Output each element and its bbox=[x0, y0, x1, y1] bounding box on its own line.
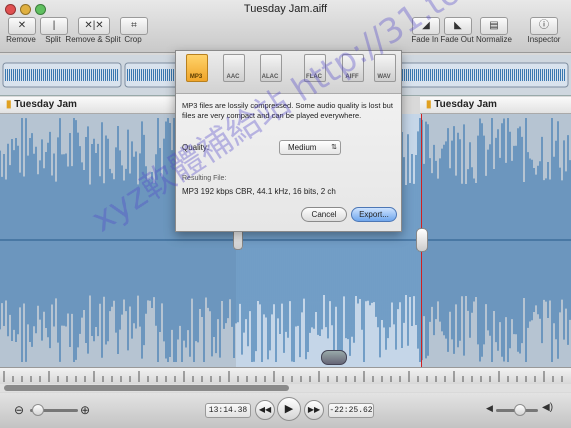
cancel-button[interactable]: Cancel bbox=[301, 207, 347, 222]
play-button[interactable]: ▶ bbox=[277, 397, 301, 421]
fast-forward-button[interactable]: ▶▶ bbox=[304, 400, 324, 420]
quality-value: Medium bbox=[288, 143, 317, 152]
transport-bar: ⊖ ⊕ 13:14.38 ◀◀ ▶ ▶▶ -22:25.62 ◀ ◀) bbox=[0, 393, 571, 428]
remove-split-label: Remove & Split bbox=[65, 35, 121, 44]
zoom-in-icon[interactable]: ⊕ bbox=[80, 403, 90, 417]
rewind-icon: ◀◀ bbox=[258, 405, 272, 414]
remaining-time: -22:25.62 bbox=[328, 403, 374, 418]
crop-label: Crop bbox=[124, 35, 142, 44]
format-wav-label: WAV bbox=[377, 74, 391, 80]
split-button[interactable]: | bbox=[40, 17, 68, 35]
inspector-label: Inspector bbox=[527, 35, 561, 44]
format-aac-label: AAC bbox=[226, 74, 240, 80]
normalize-button[interactable]: ▤ bbox=[480, 17, 508, 35]
split-icon: | bbox=[52, 20, 56, 31]
volume-high-icon: ◀) bbox=[542, 402, 554, 413]
remove-button[interactable]: ✕ bbox=[8, 17, 36, 35]
play-icon: ▶ bbox=[284, 403, 294, 415]
export-button[interactable]: Export... bbox=[351, 207, 397, 222]
track-name-left: Tuesday Jam bbox=[14, 99, 77, 110]
fast-forward-icon: ▶▶ bbox=[307, 405, 321, 414]
crop-icon: ⌗ bbox=[131, 20, 137, 31]
current-time: 13:14.38 bbox=[205, 403, 251, 418]
zoom-out-icon[interactable]: ⊖ bbox=[14, 403, 24, 417]
zoom-slider-knob[interactable] bbox=[32, 404, 44, 416]
format-mp3-label: MP3 bbox=[189, 74, 203, 80]
track-options-button[interactable] bbox=[321, 350, 347, 365]
remove-split-icon: ✕|✕ bbox=[84, 20, 104, 31]
track-file-icon: ▮ bbox=[6, 99, 12, 110]
rewind-button[interactable]: ◀◀ bbox=[255, 400, 275, 420]
fade-out-label: Fade Out bbox=[440, 35, 474, 44]
crop-button[interactable]: ⌗ bbox=[120, 17, 148, 35]
window-title: Tuesday Jam.aiff bbox=[243, 3, 328, 15]
remove-split-button[interactable]: ✕|✕ bbox=[78, 17, 110, 35]
resulting-file-value: MP3 192 kbps CBR, 44.1 kHz, 16 bits, 2 c… bbox=[182, 187, 336, 196]
format-mp3[interactable]: MP3 bbox=[186, 54, 208, 84]
inspector-icon: ⓘ bbox=[539, 20, 549, 31]
title-bar: Tuesday Jam.aiff ✕ Remove | Split ✕|✕ Re… bbox=[0, 0, 571, 53]
track-header-right: ▮ Tuesday Jam bbox=[420, 97, 571, 114]
fade-out-button[interactable]: ◣ bbox=[444, 17, 472, 35]
track-file-icon: ▮ bbox=[426, 99, 432, 110]
volume-low-icon: ◀ bbox=[486, 403, 493, 413]
selection-end-handle[interactable] bbox=[416, 228, 428, 252]
remove-icon: ✕ bbox=[17, 20, 27, 31]
track-header-left: ▮ Tuesday Jam bbox=[0, 97, 182, 114]
format-aac[interactable]: AAC bbox=[223, 54, 245, 84]
track-name-right: Tuesday Jam bbox=[434, 99, 497, 110]
chevron-updown-icon: ⇅ bbox=[331, 144, 337, 151]
normalize-label: Normalize bbox=[475, 35, 512, 44]
quality-select[interactable]: Medium ⇅ bbox=[279, 140, 341, 155]
normalize-icon: ▤ bbox=[489, 20, 499, 31]
volume-slider-knob[interactable] bbox=[514, 404, 526, 416]
fade-out-icon: ◣ bbox=[454, 20, 462, 31]
inspector-button[interactable]: ⓘ bbox=[530, 17, 558, 35]
scroll-thumb[interactable] bbox=[4, 385, 289, 391]
horizontal-scrollbar[interactable] bbox=[0, 384, 571, 392]
remove-label: Remove bbox=[6, 35, 36, 44]
